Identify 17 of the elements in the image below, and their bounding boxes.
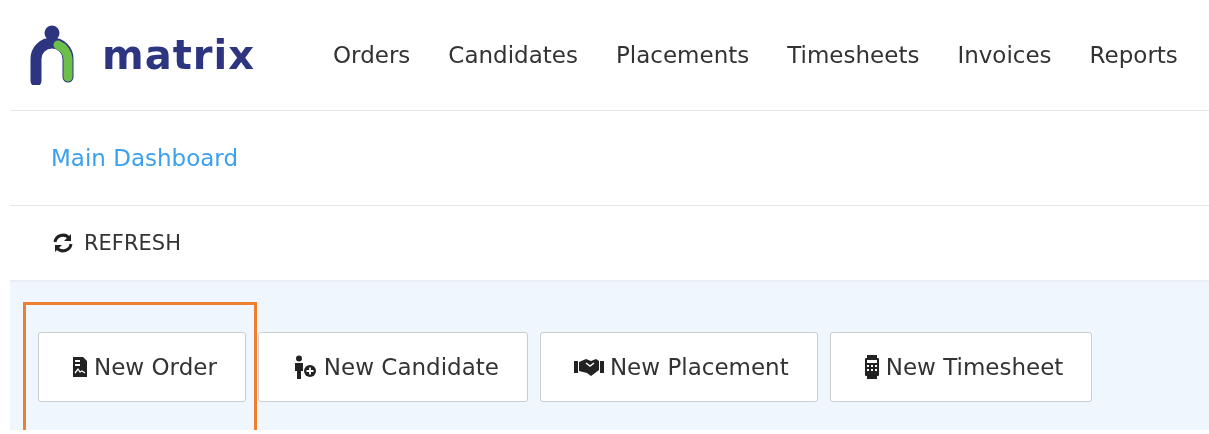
logo-icon	[30, 25, 74, 85]
nav-link[interactable]: Orders	[333, 42, 411, 68]
new-timesheet-button[interactable]: New Timesheet	[829, 332, 1093, 402]
nav-link[interactable]: Reports	[1089, 42, 1178, 68]
nav-link[interactable]: Invoices	[957, 42, 1052, 68]
logo-text: matrix	[102, 35, 256, 75]
nav-link[interactable]: Timesheets	[787, 42, 920, 68]
new-order-button[interactable]: New Order	[38, 332, 246, 402]
new-candidate-button[interactable]: New Candidate	[257, 332, 528, 402]
refresh-button[interactable]: REFRESH	[52, 231, 181, 255]
handshake-icon	[573, 358, 604, 376]
new-placement-button[interactable]: New Placement	[539, 332, 818, 402]
calculator-icon	[863, 355, 880, 379]
refresh-icon	[52, 233, 74, 253]
document-icon	[72, 356, 88, 378]
nav-link[interactable]: Placements	[615, 42, 750, 68]
nav-link[interactable]: Candidates	[448, 42, 578, 68]
